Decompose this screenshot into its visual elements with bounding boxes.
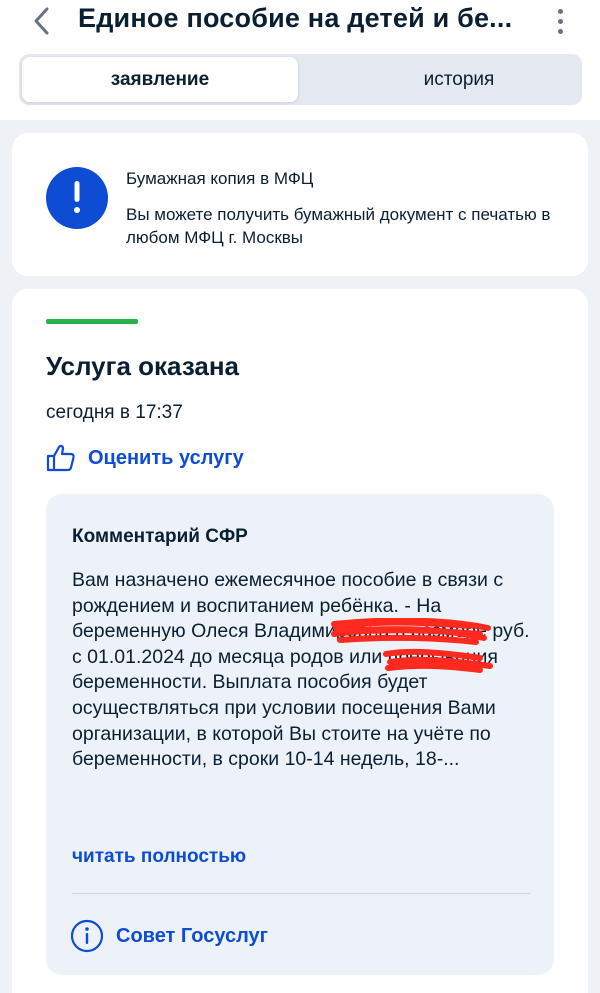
notice-card: Бумажная копия в МФЦ Вы можете получить … [12, 133, 588, 276]
page-title: Единое пособие на детей и бе... [78, 3, 513, 33]
more-menu-icon[interactable] [548, 4, 572, 38]
read-more-link[interactable]: читать полностью [72, 846, 246, 868]
comment-title: Комментарий СФР [72, 526, 248, 547]
notice-text: Вы можете получить бумажный документ с п… [126, 205, 551, 247]
status-progress-bar [46, 319, 138, 324]
chevron-left-icon [34, 7, 49, 35]
divider [72, 893, 530, 894]
segmented-control: заявление история [19, 54, 582, 105]
tab-application[interactable]: заявление [22, 57, 298, 102]
thumbs-up-icon [46, 444, 75, 472]
tab-history[interactable]: история [321, 57, 597, 102]
rate-service-link[interactable]: Оценить услугу [46, 441, 244, 475]
app-header: Единое пособие на детей и бе... [0, 0, 600, 44]
info-icon [70, 919, 104, 953]
comment-block: Комментарий СФР Вам назначено ежемесячно… [46, 494, 554, 975]
notice-title: Бумажная копия в МФЦ [126, 169, 314, 188]
exclamation-icon [46, 167, 108, 229]
status-title: Услуга оказана [46, 351, 240, 381]
comment-text: Вам назначено ежемесячное пособие в связ… [72, 569, 530, 771]
rate-service-label: Оценить услугу [88, 446, 244, 469]
back-button[interactable] [26, 4, 58, 38]
gosuslugi-advice-link[interactable]: Совет Госуслуг [70, 918, 268, 954]
status-card: Услуга оказана сегодня в 17:37 Оценить у… [12, 289, 588, 993]
status-date: сегодня в 17:37 [46, 402, 183, 423]
tabs-container: заявление история [0, 44, 600, 120]
advice-label: Совет Госуслуг [116, 924, 268, 947]
